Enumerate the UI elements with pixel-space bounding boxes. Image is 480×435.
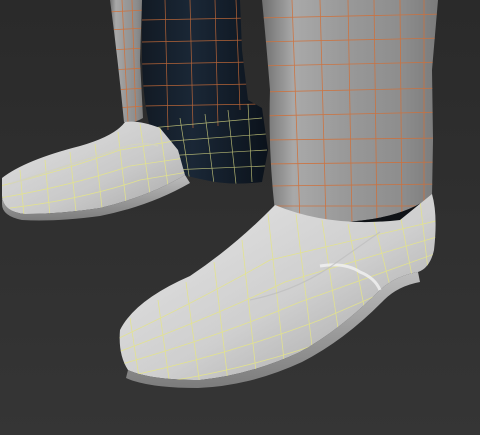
right-trouser-leg [262,0,438,230]
viewport-render [0,0,480,435]
3d-viewport[interactable] [0,0,480,435]
